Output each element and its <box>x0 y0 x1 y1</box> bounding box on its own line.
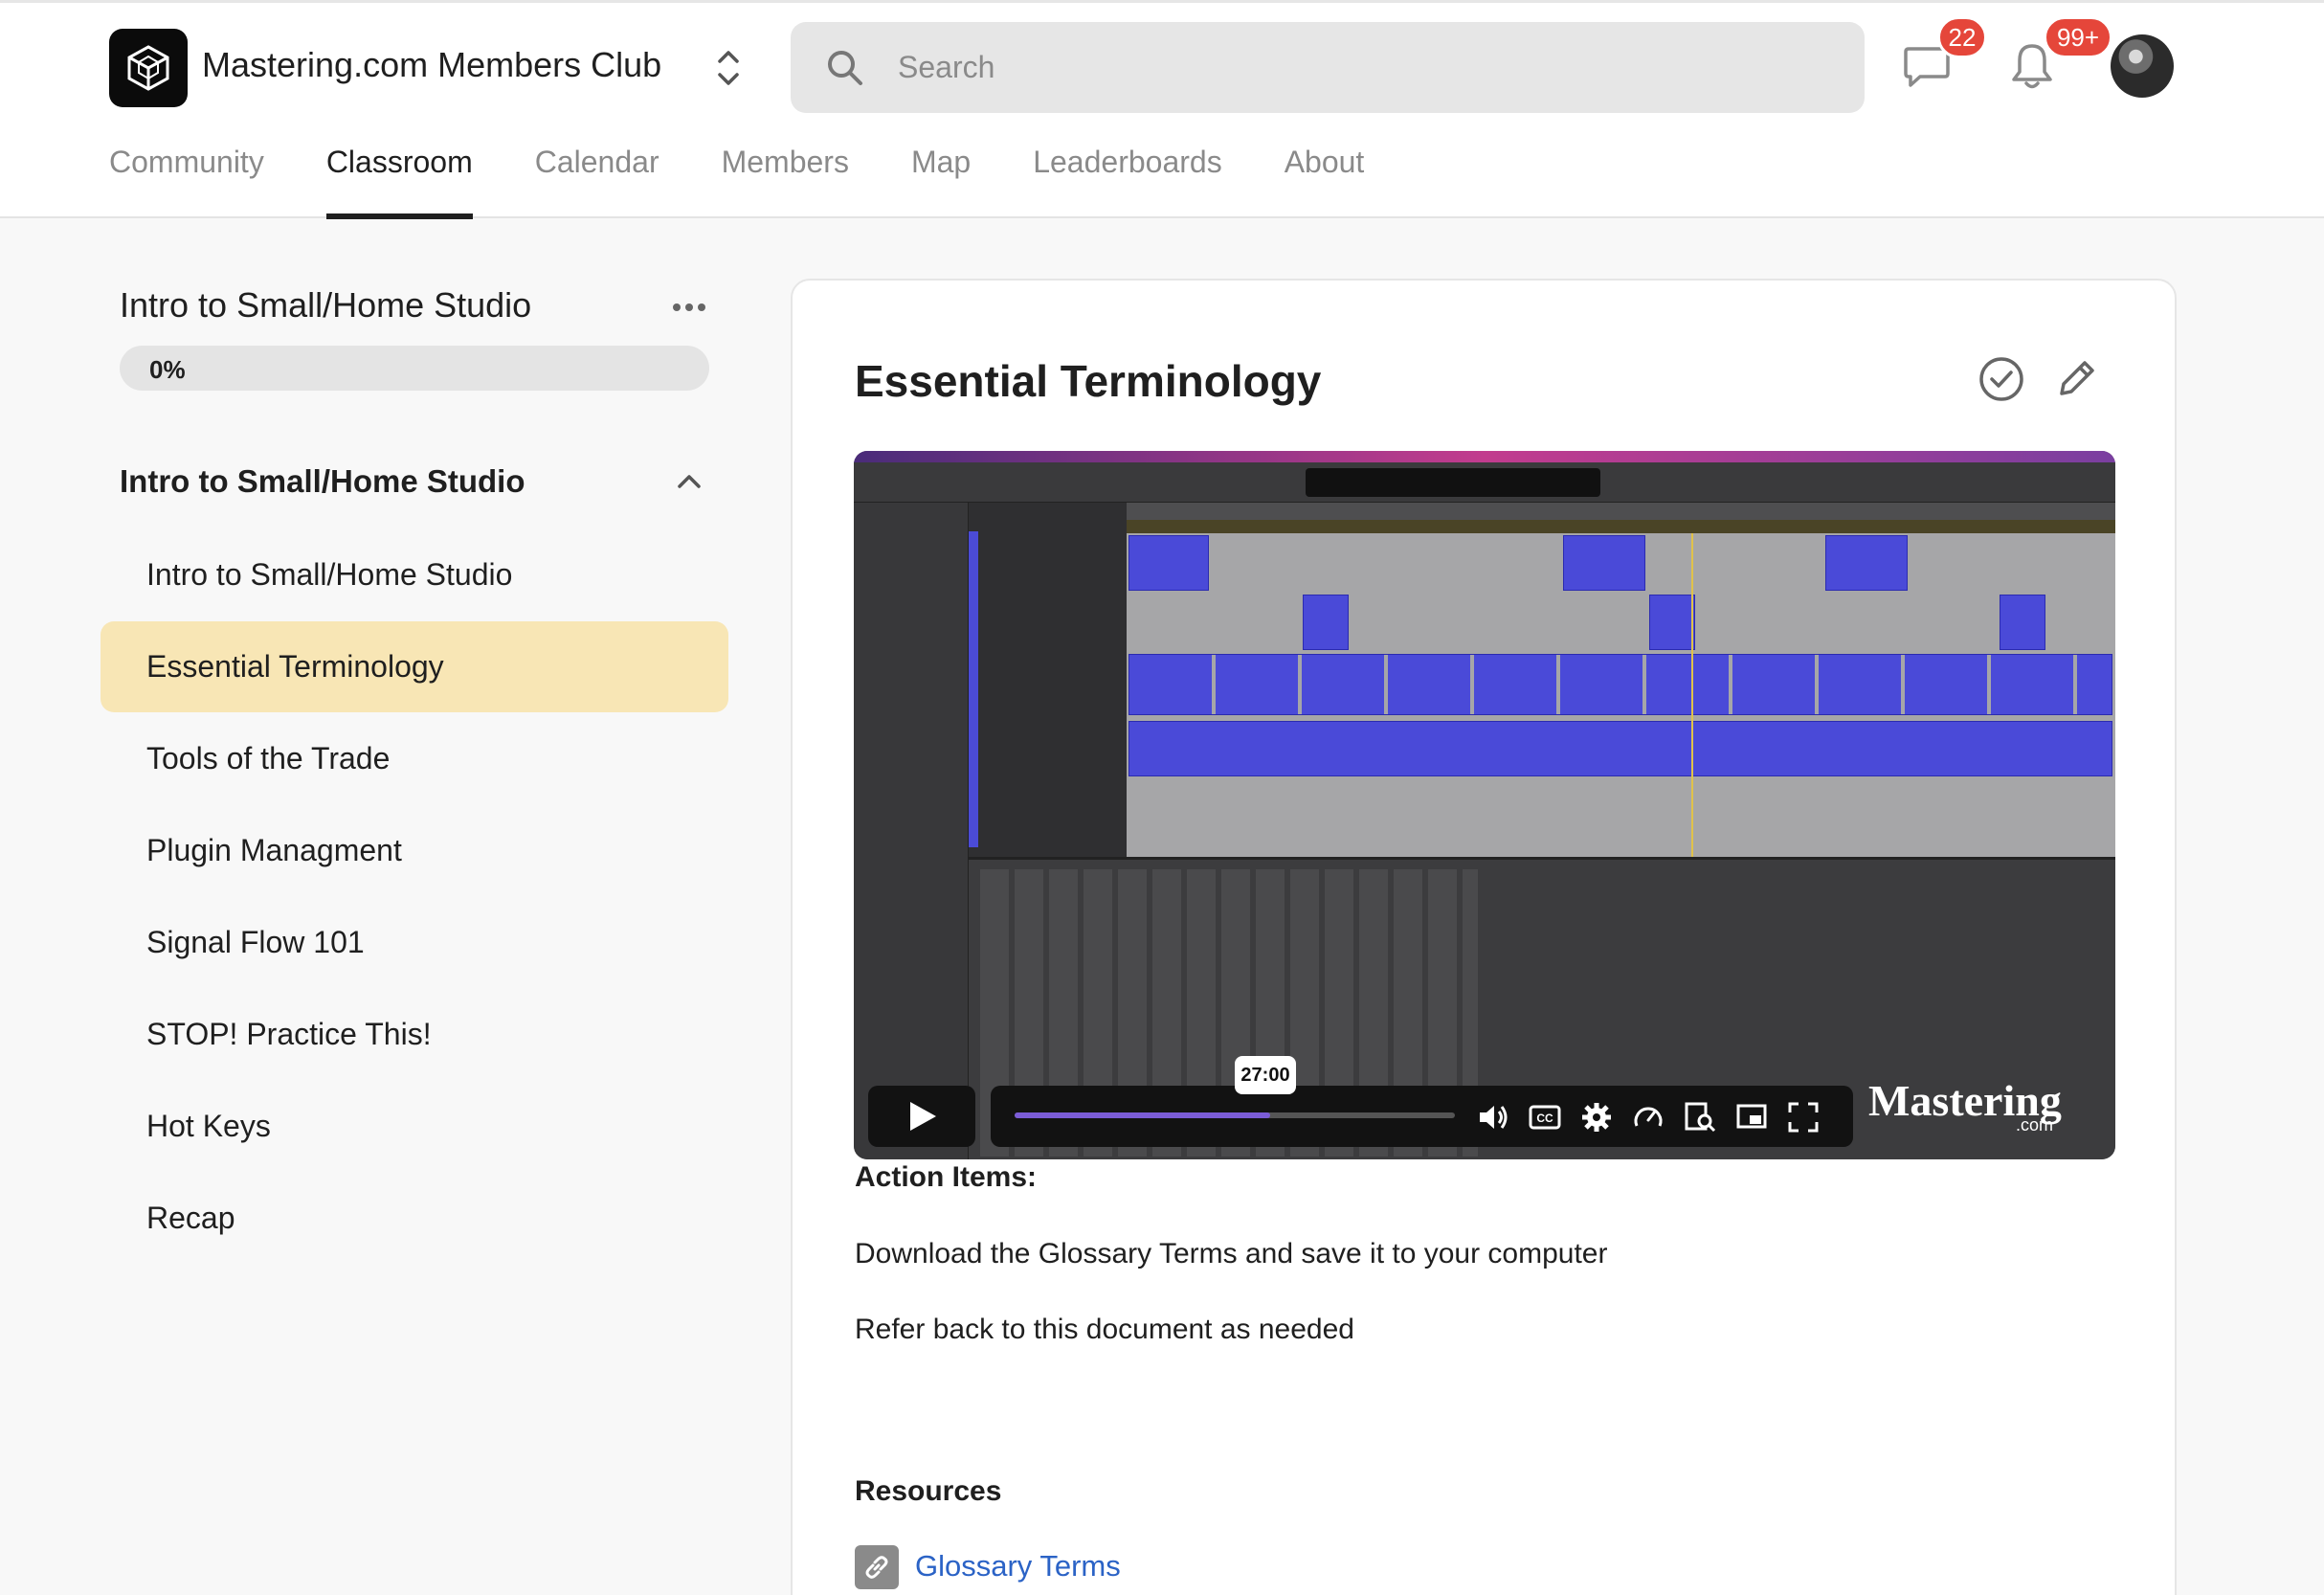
watermark-subtext: .com <box>2016 1115 2054 1134</box>
svg-text:CC: CC <box>1536 1112 1553 1125</box>
course-progress-bar: 0% <box>120 346 709 391</box>
module-section-title[interactable]: Intro to Small/Home Studio <box>120 463 525 500</box>
resources-heading: Resources <box>855 1475 1002 1507</box>
group-logo[interactable] <box>109 29 188 107</box>
video-watermark-logo: Mastering .com <box>1868 1075 2062 1134</box>
chevron-up-icon[interactable] <box>676 473 703 490</box>
video-frame-track-headers <box>969 503 1127 857</box>
search-bar[interactable] <box>791 22 1865 113</box>
link-icon <box>865 1556 888 1579</box>
play-button[interactable] <box>868 1086 975 1147</box>
transcript-search-icon[interactable] <box>1684 1101 1716 1134</box>
mark-complete-icon[interactable] <box>1978 355 2025 403</box>
lesson-title: Essential Terminology <box>855 356 1322 406</box>
lesson-item[interactable]: Intro to Small/Home Studio <box>101 529 728 620</box>
action-item-text: Refer back to this document as needed <box>855 1314 1354 1345</box>
tab-community[interactable]: Community <box>109 145 264 219</box>
tab-classroom[interactable]: Classroom <box>325 145 473 219</box>
chat-count-badge: 22 <box>1937 16 1987 58</box>
tab-leaderboards[interactable]: Leaderboards <box>1033 145 1221 219</box>
resource-link-glossary[interactable]: Glossary Terms <box>915 1549 1121 1584</box>
seek-time-tooltip: 27:00 <box>1235 1056 1296 1094</box>
main-tabs: Community Classroom Calendar Members Map… <box>109 145 1426 219</box>
lesson-item[interactable]: Plugin Managment <box>101 805 728 896</box>
picture-in-picture-icon[interactable] <box>1735 1101 1768 1134</box>
search-input[interactable] <box>898 22 1817 113</box>
lesson-content-card: Essential Terminology CC 27:00 Mastering… <box>791 279 2177 1595</box>
lesson-item-active[interactable]: Essential Terminology <box>101 621 728 712</box>
video-frame-display <box>1306 468 1600 497</box>
lesson-item[interactable]: Hot Keys <box>101 1081 728 1172</box>
notifications-count-badge: 99+ <box>2044 16 2112 58</box>
seek-bar[interactable] <box>1015 1112 1455 1118</box>
playback-speed-icon[interactable] <box>1632 1101 1665 1134</box>
group-name[interactable]: Mastering.com Members Club <box>202 45 661 85</box>
fullscreen-icon[interactable] <box>1787 1101 1820 1134</box>
user-avatar[interactable] <box>2111 34 2174 98</box>
lesson-item[interactable]: Signal Flow 101 <box>101 897 728 988</box>
lesson-item[interactable]: Recap <box>101 1173 728 1264</box>
tab-members[interactable]: Members <box>722 145 849 219</box>
play-icon <box>910 1102 936 1131</box>
tab-about[interactable]: About <box>1285 145 1365 219</box>
resource-link-icon-wrapper[interactable] <box>855 1545 899 1589</box>
video-frame-menubar <box>854 451 2115 462</box>
tab-map[interactable]: Map <box>911 145 971 219</box>
video-frame-arrangement <box>1127 533 2115 857</box>
course-title: Intro to Small/Home Studio <box>120 285 532 325</box>
seek-bar-played <box>1015 1112 1270 1118</box>
volume-icon[interactable] <box>1477 1101 1509 1134</box>
tab-calendar[interactable]: Calendar <box>535 145 659 219</box>
edit-pencil-icon[interactable] <box>2054 357 2098 401</box>
video-frame-inspector <box>854 503 969 1159</box>
action-item-text: Download the Glossary Terms and save it … <box>855 1238 1608 1269</box>
captions-icon[interactable]: CC <box>1529 1101 1561 1134</box>
lesson-item[interactable]: Tools of the Trade <box>101 713 728 804</box>
settings-gear-icon[interactable] <box>1580 1101 1613 1134</box>
video-frame-ruler <box>1127 520 2115 533</box>
cube-logo-icon <box>127 45 169 91</box>
video-player[interactable]: CC 27:00 Mastering .com <box>854 451 2115 1159</box>
action-items-heading: Action Items: <box>855 1161 1038 1193</box>
lesson-item[interactable]: STOP! Practice This! <box>101 989 728 1080</box>
top-navigation-bar: Mastering.com Members Club 22 99+ Commun… <box>0 0 2324 219</box>
video-controls-bar: CC <box>991 1086 1853 1147</box>
search-icon <box>828 51 862 85</box>
group-switcher-icon[interactable] <box>714 44 743 92</box>
progress-percent: 0% <box>149 355 186 384</box>
video-frame-toolbar <box>854 462 2115 503</box>
more-options-icon[interactable] <box>672 301 706 314</box>
